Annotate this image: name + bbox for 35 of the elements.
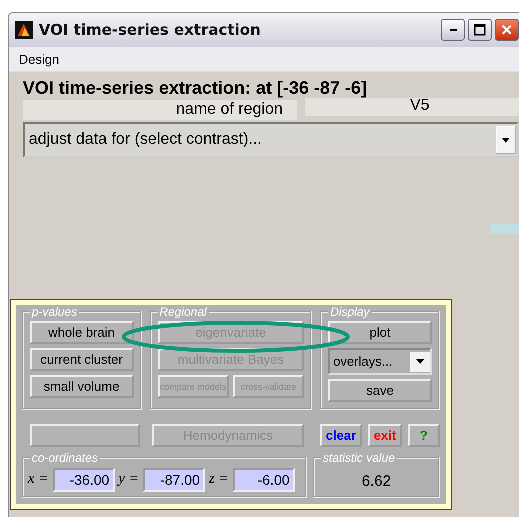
group-title: p-values bbox=[30, 307, 80, 318]
app-logo-icon bbox=[15, 21, 33, 39]
close-icon bbox=[501, 24, 513, 36]
minimize-button[interactable] bbox=[441, 19, 465, 41]
group-title: Display bbox=[328, 307, 372, 318]
statistic-value: 6.62 bbox=[362, 472, 392, 490]
heading: VOI time-series extraction: at [-36 -87 -6] bbox=[23, 78, 368, 98]
dropdown-arrow-icon bbox=[502, 138, 510, 142]
coordinate-field[interactable]: -87.00 bbox=[143, 468, 206, 492]
dropdown-arrow-icon bbox=[416, 359, 424, 364]
action-button[interactable]: clear bbox=[320, 424, 362, 447]
maximize-icon bbox=[474, 24, 486, 36]
save-button[interactable]: save bbox=[328, 379, 432, 402]
group-title: co-ordinates bbox=[30, 453, 100, 464]
maximize-button[interactable] bbox=[468, 19, 492, 41]
coordinate-field[interactable]: -36.00 bbox=[52, 468, 115, 492]
overlays-dropdown[interactable]: overlays... bbox=[328, 348, 432, 375]
contrast-dropdown[interactable]: adjust data for (select contrast)... bbox=[23, 122, 519, 158]
close-button[interactable] bbox=[495, 19, 519, 41]
coordinate-label: y = bbox=[118, 471, 140, 488]
action-button[interactable]: current cluster bbox=[30, 348, 134, 371]
plot-button[interactable]: plot bbox=[328, 321, 432, 344]
action-button[interactable]: small volume bbox=[30, 375, 134, 398]
menu-item[interactable]: Design bbox=[19, 52, 60, 66]
coordinate-label: z = bbox=[209, 471, 229, 488]
window-title: VOI time-series extraction bbox=[39, 21, 261, 39]
region-label: name of region bbox=[23, 100, 297, 120]
coordinate-label: x = bbox=[28, 471, 49, 488]
region-name-field[interactable]: V5 bbox=[305, 98, 519, 116]
minimize-icon bbox=[450, 29, 456, 31]
coordinate-field[interactable]: -6.00 bbox=[232, 468, 295, 492]
marker bbox=[490, 224, 519, 234]
group-title: statistic value bbox=[321, 453, 398, 464]
action-button[interactable]: whole brain bbox=[30, 321, 134, 344]
group-title: Regional bbox=[158, 307, 209, 318]
